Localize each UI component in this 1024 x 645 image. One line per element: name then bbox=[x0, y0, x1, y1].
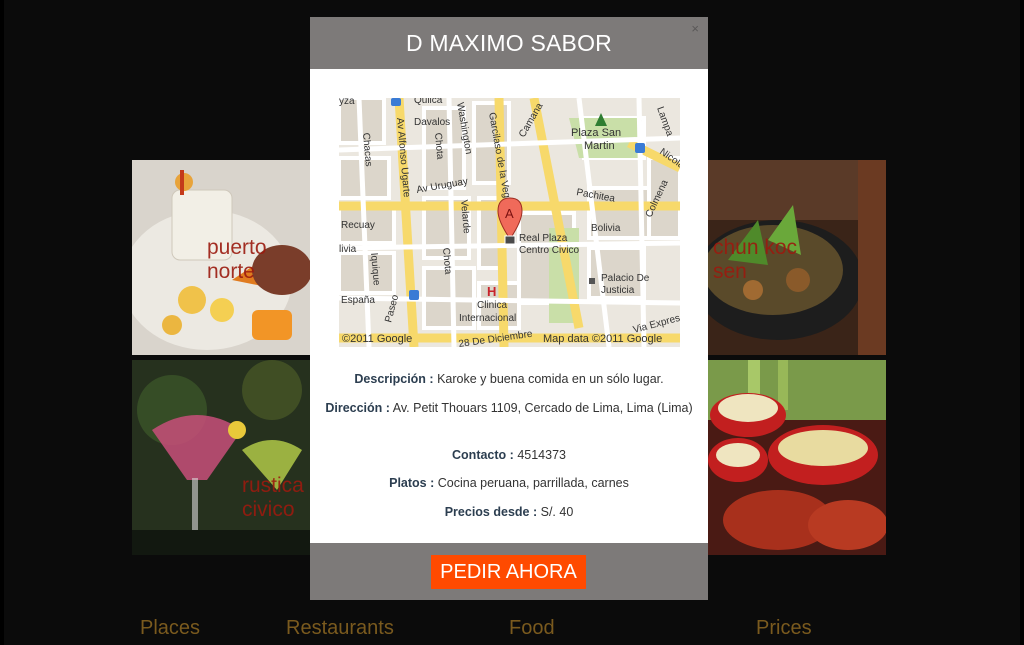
field-dishes: Platos : Cocina peruana, parrillada, car… bbox=[324, 474, 694, 493]
svg-text:©2011 Google: ©2011 Google bbox=[342, 333, 412, 345]
field-label: Descripción : bbox=[354, 372, 434, 386]
field-label: Platos : bbox=[389, 476, 435, 490]
tile-label: chun koc sen bbox=[713, 236, 798, 283]
svg-text:Justicia: Justicia bbox=[601, 285, 635, 296]
svg-text:Centro Civico: Centro Civico bbox=[519, 245, 579, 256]
svg-text:yza: yza bbox=[339, 98, 355, 107]
svg-text:Palacio De: Palacio De bbox=[601, 273, 650, 284]
place-tile-rustica-civico[interactable]: rustica civico bbox=[132, 360, 310, 555]
restaurant-modal: D MAXIMO SABOR × yza Quilca Davalos Wash… bbox=[310, 17, 708, 600]
close-icon[interactable]: × bbox=[691, 21, 699, 36]
svg-text:Chota: Chota bbox=[440, 247, 453, 275]
tile-label: puerto norte bbox=[207, 236, 267, 283]
field-value: Cocina peruana, parrillada, carnes bbox=[437, 476, 629, 490]
svg-text:Quilca: Quilca bbox=[414, 98, 443, 106]
svg-text:Martin: Martin bbox=[584, 140, 615, 152]
svg-text:Recuay: Recuay bbox=[341, 220, 375, 231]
field-description: Descripción : Karoke y buena comida en u… bbox=[324, 370, 694, 389]
svg-text:Real Plaza: Real Plaza bbox=[519, 233, 568, 244]
tile-label: rustica civico bbox=[242, 474, 304, 521]
order-now-button[interactable]: PEDIR AHORA bbox=[431, 555, 586, 589]
nav-prices[interactable]: Prices bbox=[756, 617, 812, 640]
field-contact: Contacto : 4514373 bbox=[324, 446, 694, 465]
field-label: Dirección : bbox=[325, 401, 390, 415]
nav-food[interactable]: Food bbox=[509, 617, 555, 640]
cocktails-image bbox=[132, 360, 310, 555]
place-tile-chun-koc-sen[interactable]: chun koc sen bbox=[708, 160, 886, 355]
svg-text:livia: livia bbox=[339, 244, 357, 255]
svg-text:Plaza San: Plaza San bbox=[571, 127, 621, 139]
svg-text:Bolivia: Bolivia bbox=[591, 223, 621, 234]
field-value: 4514373 bbox=[517, 448, 566, 462]
place-tile-wings[interactable] bbox=[708, 360, 886, 555]
field-label: Contacto : bbox=[452, 448, 514, 462]
map-canvas: yza Quilca Davalos Washington Garcilaso … bbox=[339, 98, 680, 347]
field-prices: Precios desde : S/. 40 bbox=[324, 503, 694, 522]
modal-title: D MAXIMO SABOR bbox=[406, 30, 612, 56]
field-value: S/. 40 bbox=[540, 505, 574, 519]
field-value: Karoke y buena comida en un sólo lugar. bbox=[437, 372, 664, 386]
svg-text:España: España bbox=[341, 295, 375, 306]
field-value: Av. Petit Thouars 1109, Cercado de Lima,… bbox=[392, 401, 693, 415]
nav-places[interactable]: Places bbox=[140, 617, 200, 640]
svg-text:Map data ©2011 Google: Map data ©2011 Google bbox=[543, 333, 662, 345]
field-address: Dirección : Av. Petit Thouars 1109, Cerc… bbox=[324, 399, 694, 418]
field-label: Precios desde : bbox=[444, 505, 538, 519]
modal-footer: PEDIR AHORA bbox=[310, 543, 708, 600]
svg-text:H: H bbox=[487, 284, 496, 299]
svg-text:Davalos: Davalos bbox=[414, 117, 450, 128]
nav-restaurants[interactable]: Restaurants bbox=[286, 617, 394, 640]
svg-text:Chota: Chota bbox=[432, 132, 445, 160]
wings-image bbox=[708, 360, 886, 555]
location-map[interactable]: yza Quilca Davalos Washington Garcilaso … bbox=[339, 98, 680, 347]
svg-text:Clinica: Clinica bbox=[477, 300, 507, 311]
svg-text:A: A bbox=[505, 206, 514, 221]
svg-text:Internacional: Internacional bbox=[459, 313, 516, 324]
modal-header: D MAXIMO SABOR × bbox=[310, 17, 708, 69]
place-tile-puerto-norte[interactable]: puerto norte bbox=[132, 160, 310, 355]
